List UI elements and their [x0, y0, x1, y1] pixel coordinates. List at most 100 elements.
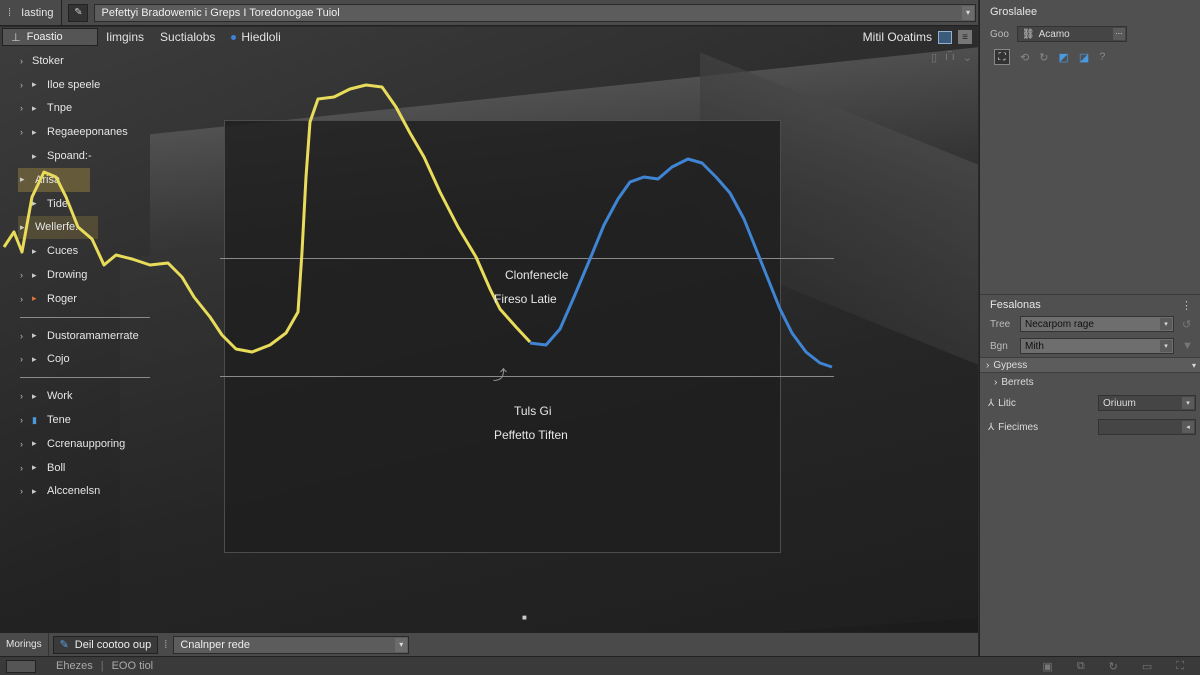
chevron-right-icon[interactable]: › — [20, 270, 32, 280]
tree-item[interactable]: ▸ Spoand:- — [0, 144, 160, 168]
chevron-down-icon[interactable]: ▾ — [1182, 397, 1194, 409]
tree-item[interactable]: › ▸ Cojo — [0, 348, 160, 372]
tree-item[interactable]: › Stoker — [0, 49, 160, 73]
status-swatch[interactable] — [6, 659, 36, 673]
edit-button[interactable]: ✎ Deil cootoo oup — [52, 635, 159, 654]
tab-active[interactable]: ⊥ Foastio — [2, 28, 98, 46]
property-label: ⅄ Litic — [988, 398, 1098, 409]
viewport[interactable]: ⊥ Foastio Iimgins Suctialobs Hiedloli Mi… — [0, 27, 978, 632]
pin-icon[interactable]: ✎ — [68, 3, 89, 22]
tree-item[interactable]: › ▸ Tnpe — [0, 97, 160, 121]
document-title-field[interactable]: Pefettyi Bradowemic i Greps I Toredonoga… — [94, 3, 976, 22]
tree-item-label: Tnpe — [47, 102, 73, 115]
object-icon: ▸ — [32, 269, 37, 280]
chevron-right-icon[interactable]: › — [20, 486, 32, 496]
chevron-right-icon[interactable]: › — [20, 331, 32, 341]
chevron-right-icon[interactable]: › — [20, 103, 32, 113]
chevron-right-icon[interactable]: › — [20, 391, 32, 401]
layers-icon[interactable]: ⧉ — [1077, 660, 1085, 673]
property-field[interactable]: ◂ — [1098, 419, 1196, 435]
chevron-down-icon[interactable]: ▾ — [1160, 340, 1172, 352]
refresh-icon[interactable]: ↺ — [1182, 318, 1191, 331]
chevron-down-icon[interactable]: ⌄ — [963, 51, 972, 64]
overlay-title: Clonfenecle — [505, 268, 569, 282]
chevron-down-icon[interactable]: ▾ — [1160, 318, 1172, 330]
link-icon[interactable]: ⟲ — [1020, 51, 1029, 64]
chevron-down-icon[interactable]: ⋯ — [1112, 28, 1125, 40]
handle-icon[interactable]: ■ — [522, 613, 527, 622]
sync-icon[interactable]: ↻ — [1109, 660, 1118, 673]
subsection-bar[interactable]: › Gypess ▾ — [980, 357, 1200, 373]
chevron-right-icon[interactable]: › — [20, 80, 32, 90]
chevron-down-icon[interactable]: ◂ — [1182, 421, 1194, 433]
frame-icon[interactable]: ▯ — [931, 51, 937, 64]
tree-item-selected[interactable]: ▸ Arisa — [18, 167, 90, 192]
mode-select[interactable]: Cnalnper rede ▾ — [173, 635, 410, 654]
chevron-right-icon[interactable]: › — [20, 354, 32, 364]
cursor-icon: ⤴ — [493, 367, 507, 383]
object-icon: ▸ — [32, 462, 37, 473]
panel-icon[interactable]: ▭ — [1142, 660, 1152, 673]
property-label-text: Litic — [998, 397, 1016, 409]
tree-item[interactable]: › ▸ Cuces — [0, 239, 160, 263]
menu-icon[interactable]: ≡ — [958, 30, 972, 44]
bgn-select[interactable]: Mith ▾ — [1020, 338, 1174, 354]
object-field[interactable]: ⛓ Acamo ⋯ — [1016, 26, 1127, 42]
chevron-down-icon[interactable]: ▾ — [962, 5, 974, 20]
tree-item[interactable]: › ▸ Dustoramamerrate — [0, 324, 160, 348]
chevron-right-icon[interactable]: › — [20, 294, 32, 304]
property-label: ⅄ Fiecimes — [988, 422, 1098, 433]
rotate-icon[interactable]: ↻ — [1039, 51, 1048, 64]
tree-item-label: Roger — [47, 292, 77, 305]
tab-header-label: Hiedloli — [241, 30, 281, 44]
tree-item[interactable]: › ▸ Work — [0, 384, 160, 408]
key-icon: ⅄ — [988, 397, 995, 409]
info-icon[interactable]: ? — [1099, 51, 1105, 63]
tree-item[interactable]: › ▸ Boll — [0, 456, 160, 480]
chevron-right-icon[interactable]: › — [20, 463, 32, 473]
grip-icon: ⁞ — [164, 638, 168, 651]
tree-item-label: Wellerfe. — [35, 221, 79, 234]
app-label[interactable]: ⁞ Iasting — [0, 0, 63, 25]
menu-icon[interactable]: ⋮ — [1181, 299, 1192, 312]
chevron-down-icon[interactable]: ▾ — [1192, 361, 1196, 370]
chevron-right-icon[interactable]: › — [20, 127, 32, 137]
tree-item[interactable]: › ▸ Iloe speele — [0, 73, 160, 97]
tree-item[interactable]: › ▸ Alccenelsn — [0, 480, 160, 504]
chevron-down-icon[interactable]: ▼ — [1182, 340, 1193, 352]
tree-item[interactable]: › ▸ Roger — [0, 287, 160, 311]
app-label-text: Iasting — [21, 6, 54, 19]
tree-item-label: Dustoramamerrate — [47, 329, 139, 342]
property-row: ⅄ Fiecimes ◂ — [980, 415, 1200, 439]
status-text: EOO tiol — [111, 660, 154, 672]
tree-item[interactable]: › ▮ Tene — [0, 408, 160, 432]
chevron-down-icon[interactable]: ▾ — [395, 637, 408, 652]
tab-images[interactable]: Iimgins — [98, 30, 152, 44]
tree-item-selected[interactable]: ▸ Wellerfe. — [18, 215, 98, 240]
chevron-right-icon[interactable]: › — [20, 415, 32, 425]
chevron-right-icon[interactable]: › — [20, 56, 32, 66]
chevron-right-icon[interactable]: › — [20, 246, 32, 256]
tree-select[interactable]: Necarpom rage ▾ — [1020, 316, 1174, 332]
image-icon[interactable]: ▣ — [1042, 660, 1052, 673]
section-header-text: Fesalonas — [990, 299, 1041, 311]
tree-item[interactable]: › ▸ Regaeeponanes — [0, 120, 160, 144]
fullscreen-icon[interactable]: ⛶ — [1176, 660, 1184, 673]
field-label: Tree — [990, 318, 1011, 330]
transform-icon[interactable]: ı‾ı — [945, 51, 955, 64]
tree-item[interactable]: › ▸ Ccrenaupporing — [0, 432, 160, 456]
material-icon[interactable]: ◪ — [1079, 51, 1089, 64]
object-icon: ▸ — [32, 79, 37, 90]
tree-item[interactable]: ▸ Tide — [0, 192, 160, 216]
tab-sections[interactable]: Suctialobs — [152, 30, 223, 44]
maximize-icon[interactable] — [938, 30, 952, 44]
tab-header[interactable]: Hiedloli — [223, 30, 288, 44]
viewport-mode-label[interactable]: Mitil Ooatims — [863, 30, 932, 44]
tree-item[interactable]: › ▸ Drowing — [0, 263, 160, 287]
property-field[interactable]: Oriuum ▾ — [1098, 395, 1196, 411]
cube-icon[interactable]: ◩ — [1058, 51, 1068, 64]
property-row: › Berrets — [980, 373, 1200, 391]
select-tool-icon[interactable]: ⛶ — [994, 49, 1010, 65]
tree-select-value: Necarpom rage — [1025, 318, 1094, 330]
chevron-right-icon[interactable]: › — [20, 439, 32, 449]
